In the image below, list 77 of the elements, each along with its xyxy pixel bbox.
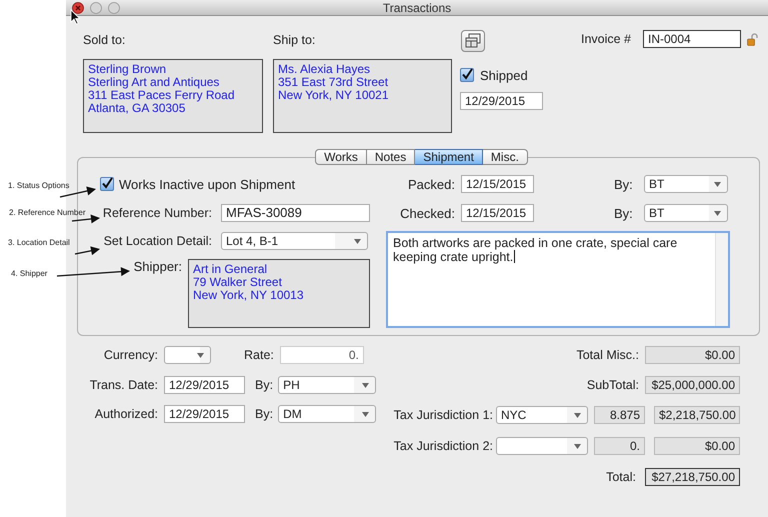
caret-icon xyxy=(574,412,581,418)
currency-label: Currency: xyxy=(102,348,158,362)
caret-icon xyxy=(714,182,721,186)
tab[interactable]: Shipment xyxy=(415,149,483,165)
invoice-label: Invoice # xyxy=(580,31,631,47)
by-label: By: xyxy=(255,378,274,392)
currency-dropdown[interactable] xyxy=(164,346,211,364)
date-label: Authorized: xyxy=(94,407,158,421)
annotation-label: 4. Shipper xyxy=(11,269,48,278)
tax-rate-field: 8.875 xyxy=(594,406,645,424)
shipped-date-field[interactable]: 12/29/2015 xyxy=(460,92,543,110)
annotation-label: 3. Location Detail xyxy=(8,238,70,247)
location-dropdown[interactable]: Lot 4, B-1 xyxy=(221,232,368,250)
tab[interactable]: Notes xyxy=(366,149,416,165)
cursor-icon xyxy=(70,9,80,25)
notes-text-area[interactable]: Both artworks are packed in one crate, special care keeping crate upright. xyxy=(386,231,730,328)
caret-icon xyxy=(574,444,581,448)
by-label: By: xyxy=(614,176,634,192)
subtotal-field: $25,000,000.00 xyxy=(645,376,740,394)
date-label: Trans. Date: xyxy=(88,378,158,392)
windows-icon xyxy=(464,33,482,49)
rate-field[interactable]: 0. xyxy=(280,346,364,364)
date-field[interactable]: 12/29/2015 xyxy=(164,376,245,394)
date-field[interactable]: 12/15/2015 xyxy=(461,175,534,193)
reference-number-label: Reference Number: xyxy=(102,206,212,220)
ship-to-label: Ship to: xyxy=(273,32,316,48)
caret-icon xyxy=(354,238,361,244)
tax-jurisdiction-label: Tax Jurisdiction 1: xyxy=(394,408,493,422)
total-misc-label: Total Misc.: xyxy=(576,348,639,362)
ship-to-address: Ms. Alexia Hayes 351 East 73rd Street New York, NY 10021 xyxy=(273,59,452,133)
icon-button[interactable] xyxy=(461,30,485,52)
by-dropdown[interactable]: BT xyxy=(644,204,728,222)
rate-label: Rate: xyxy=(244,348,274,362)
works-inactive-label: Works Inactive upon Shipment xyxy=(119,176,296,192)
caret-icon xyxy=(197,352,204,358)
shipper-address: Art in General 79 Walker Street New York, NY 10013 xyxy=(188,259,370,328)
tax-jurisdiction-label: Tax Jurisdiction 2: xyxy=(394,439,493,453)
date-field[interactable]: 12/29/2015 xyxy=(164,405,245,423)
tab[interactable]: Misc. xyxy=(482,149,528,165)
sold-to-address: Sterling Brown Sterling Art and Antiques 311 East Paces Ferry Road Atlanta, GA 30305 xyxy=(83,59,263,133)
subtotal-label: SubTotal: xyxy=(586,378,639,392)
location-detail-label: Set Location Detail: xyxy=(102,234,212,248)
by-dropdown[interactable]: PH xyxy=(278,376,376,394)
caret-icon xyxy=(362,412,370,416)
reference-number-field[interactable]: MFAS-30089 xyxy=(221,204,370,222)
tax-amount-field: $0.00 xyxy=(654,437,740,455)
tax-jurisdiction-dropdown[interactable] xyxy=(496,437,588,455)
sold-to-label: Sold to: xyxy=(83,32,126,48)
annotation-arrow xyxy=(74,246,100,256)
invoice-field[interactable]: IN-0004 xyxy=(643,30,741,48)
lock-icon[interactable] xyxy=(747,32,758,46)
caret-icon xyxy=(714,210,721,216)
tax-rate-field: 0. xyxy=(594,437,645,455)
caret-icon xyxy=(362,382,370,388)
by-label: By: xyxy=(614,206,634,220)
shipper-label: Shipper: xyxy=(132,259,182,275)
by-dropdown[interactable]: BT xyxy=(644,175,728,193)
total-label: Total: xyxy=(606,470,636,484)
date-label: Checked: xyxy=(399,206,455,220)
annotation-label: 1. Status Options xyxy=(8,181,70,190)
minimize-icon[interactable] xyxy=(90,2,102,14)
date-label: Packed: xyxy=(407,176,455,192)
tax-jurisdiction-dropdown[interactable]: NYC xyxy=(496,406,588,424)
window-title: Transactions xyxy=(382,0,452,14)
total-misc-field: $0.00 xyxy=(645,346,740,364)
annotation-arrow xyxy=(72,214,100,224)
zoom-icon[interactable] xyxy=(108,2,120,14)
shipped-label: Shipped xyxy=(480,68,528,82)
total-field: $27,218,750.00 xyxy=(645,468,740,486)
annotation-label: 2. Reference Number xyxy=(9,208,86,217)
tax-amount-field: $2,218,750.00 xyxy=(654,406,740,424)
tab[interactable]: Works xyxy=(315,149,367,165)
shipped-checkbox[interactable] xyxy=(460,68,474,82)
close-icon[interactable] xyxy=(72,2,84,14)
date-field[interactable]: 12/15/2015 xyxy=(461,204,534,222)
by-dropdown[interactable]: DM xyxy=(278,405,376,423)
by-label: By: xyxy=(255,407,274,421)
